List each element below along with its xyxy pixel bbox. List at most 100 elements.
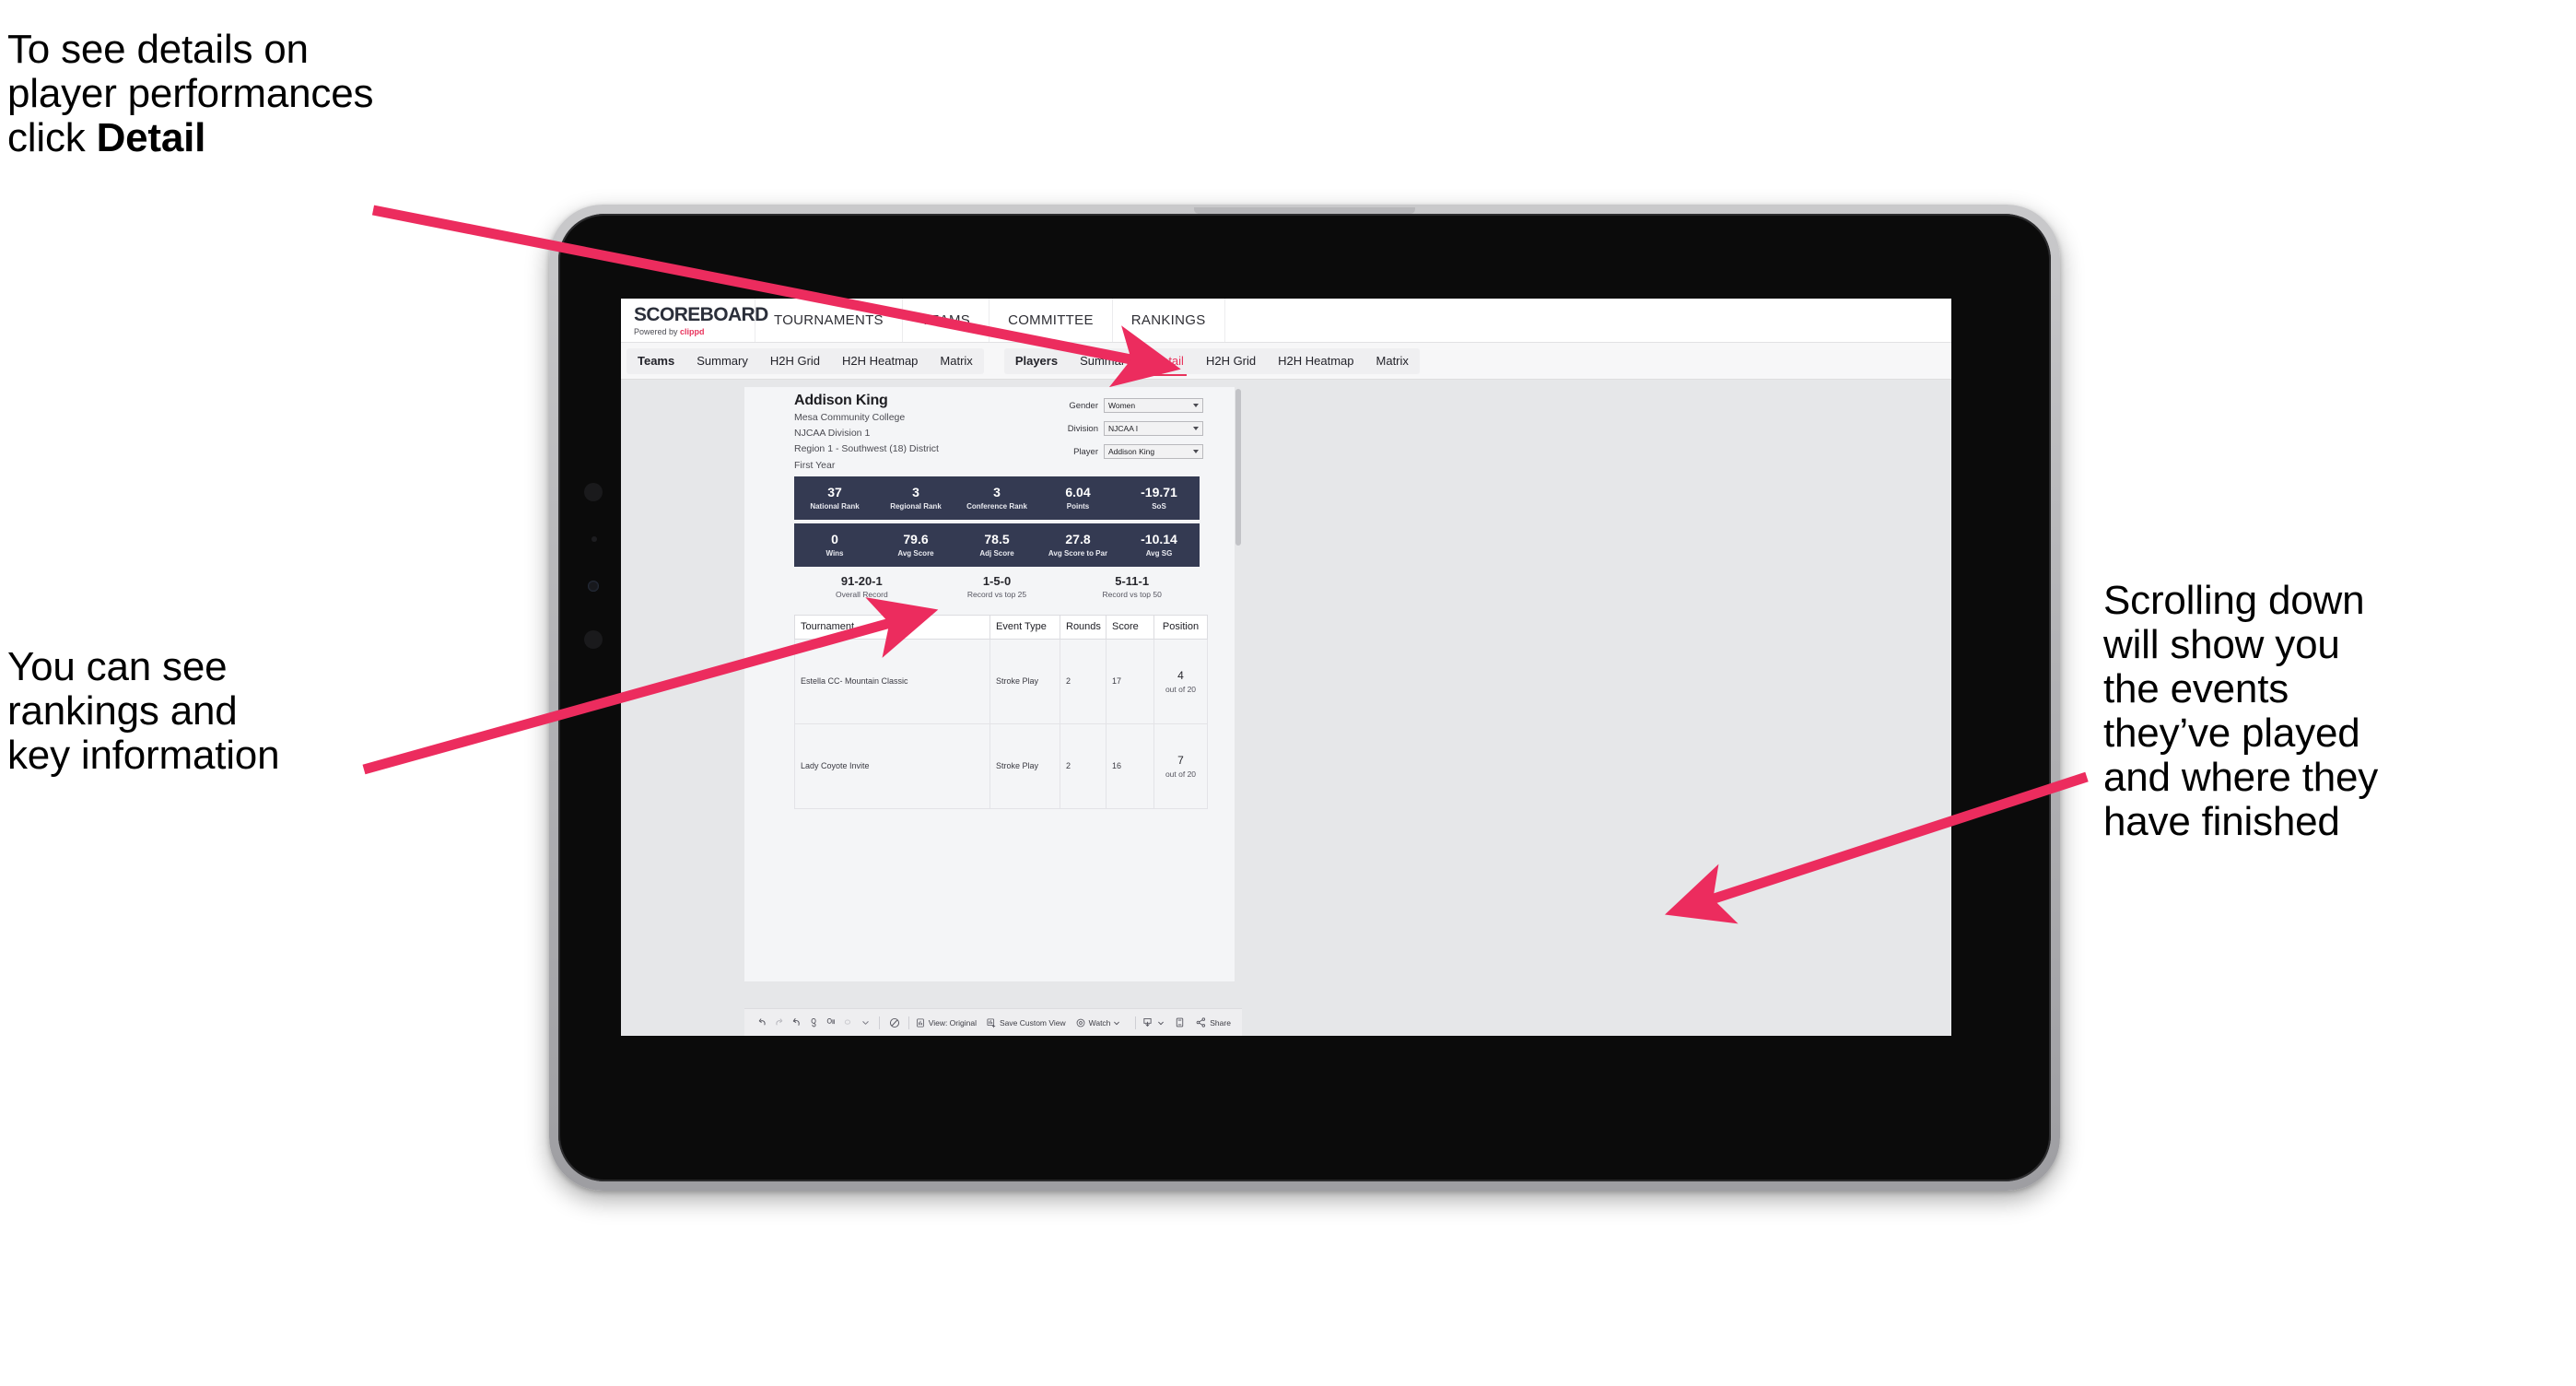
- pause-auto-update-icon[interactable]: [823, 1016, 840, 1028]
- microphone-icon: [591, 536, 597, 542]
- position-number: 7: [1177, 753, 1184, 767]
- cell-rounds: 2: [1060, 722, 1107, 809]
- tab-players-detail[interactable]: Detail: [1142, 348, 1195, 376]
- tab-players-h2h-grid[interactable]: H2H Grid: [1195, 348, 1267, 374]
- records-row: 91-20-1 Overall Record 1-5-0 Record vs t…: [794, 569, 1200, 605]
- stat-label: Avg Score: [897, 548, 934, 558]
- record-vs-top-50: 5-11-1 Record vs top 50: [1064, 569, 1200, 605]
- filter-player-label: Player: [1073, 446, 1098, 457]
- toolbar-divider: [907, 1016, 909, 1029]
- filter-division-select[interactable]: NJCAA I: [1104, 421, 1203, 436]
- subnav-label-teams: Teams: [638, 353, 675, 368]
- filter-gender-select[interactable]: Women: [1104, 398, 1203, 413]
- topnav-item-tournaments[interactable]: TOURNAMENTS: [755, 299, 903, 342]
- column-header-position[interactable]: Position: [1153, 614, 1208, 640]
- stat-label: National Rank: [810, 501, 860, 511]
- viz-toolbar: View: Original Save Custom View Watch Sh…: [744, 1008, 1242, 1036]
- cell-tournament: Lady Coyote Invite: [794, 722, 990, 809]
- stat-value: -19.71: [1141, 485, 1177, 500]
- cell-score: 16: [1106, 722, 1154, 809]
- download-button[interactable]: [1142, 1016, 1165, 1028]
- stat-label: Regional Rank: [890, 501, 942, 511]
- filter-player-select[interactable]: Addison King: [1104, 444, 1203, 459]
- tablet-device: SCOREBOARD Powered by clippd TOURNAMENTS…: [549, 205, 2060, 1191]
- filter-gender: Gender Women: [1052, 398, 1203, 413]
- filter-player: Player Addison King: [1052, 444, 1203, 459]
- undo-icon[interactable]: [754, 1016, 771, 1028]
- stat-value: 27.8: [1065, 532, 1091, 547]
- tab-players-matrix[interactable]: Matrix: [1365, 348, 1420, 374]
- viz-scrollbar[interactable]: [1235, 387, 1242, 981]
- scrollbar-thumb[interactable]: [1235, 389, 1241, 546]
- table-row[interactable]: Lady Coyote Invite Stroke Play 2 16 7 ou…: [794, 722, 1208, 809]
- events-table: Tournament Event Type Rounds Score Posit…: [794, 614, 1208, 809]
- view-original-label: View: Original: [928, 1017, 977, 1028]
- app-header: SCOREBOARD Powered by clippd TOURNAMENTS…: [621, 299, 1951, 343]
- column-header-score[interactable]: Score: [1106, 614, 1154, 640]
- tablet-top-notch: [1194, 207, 1415, 214]
- revert-icon[interactable]: [788, 1016, 805, 1028]
- stat-adj-score: 78.5 Adj Score: [956, 523, 1037, 567]
- sub-navigation-bar: Teams Summary H2H Grid H2H Heatmap Matri…: [621, 343, 1951, 380]
- tab-players-summary[interactable]: Summary: [1069, 348, 1142, 374]
- filter-division-value: NJCAA I: [1108, 424, 1139, 433]
- stat-avg-sg: -10.14 Avg SG: [1118, 523, 1200, 567]
- column-header-tournament[interactable]: Tournament: [794, 614, 990, 640]
- topnav-item-rankings[interactable]: RANKINGS: [1113, 299, 1225, 342]
- powered-by-text: Powered by: [634, 326, 681, 336]
- stat-wins: 0 Wins: [794, 523, 875, 567]
- stat-value: 3: [993, 485, 1001, 500]
- brand-logo[interactable]: SCOREBOARD Powered by clippd: [621, 299, 768, 342]
- topnav-item-committee[interactable]: COMMITTEE: [989, 299, 1113, 342]
- chevron-down-icon: [1193, 404, 1199, 407]
- tab-players-h2h-heatmap[interactable]: H2H Heatmap: [1267, 348, 1364, 374]
- cell-position: 4 out of 20: [1153, 638, 1208, 724]
- share-button[interactable]: Share: [1195, 1016, 1231, 1028]
- stat-value: 0: [831, 532, 838, 547]
- stat-label: Conference Rank: [966, 501, 1027, 511]
- browser-viewport: SCOREBOARD Powered by clippd TOURNAMENTS…: [621, 299, 1951, 1036]
- cell-rounds: 2: [1060, 638, 1107, 724]
- stat-label: SoS: [1152, 501, 1166, 511]
- tab-teams-h2h-grid[interactable]: H2H Grid: [759, 348, 831, 374]
- record-value: 91-20-1: [840, 574, 883, 589]
- stat-label: Points: [1066, 501, 1090, 511]
- filter-gender-label: Gender: [1069, 400, 1098, 411]
- save-custom-view-button[interactable]: Save Custom View: [986, 1017, 1066, 1028]
- tab-teams-h2h-heatmap[interactable]: H2H Heatmap: [831, 348, 929, 374]
- annotation-right: Scrolling down will show you the events …: [2103, 578, 2379, 844]
- view-original-button[interactable]: View: Original: [915, 1017, 977, 1028]
- pause-icon[interactable]: [885, 1016, 903, 1029]
- refresh-icon[interactable]: [805, 1016, 823, 1028]
- content-area: Addison King Mesa Community College NJCA…: [621, 380, 1951, 1036]
- table-header-row: Tournament Event Type Rounds Score Posit…: [794, 614, 1208, 640]
- filter-gender-value: Women: [1108, 401, 1136, 410]
- redo-icon[interactable]: [771, 1016, 789, 1028]
- device-layout-icon[interactable]: [839, 1016, 857, 1028]
- stats-row-rankings: 37 National Rank 3 Regional Rank 3 Confe…: [794, 476, 1200, 520]
- position-out-of: out of 20: [1165, 769, 1197, 779]
- watch-label: Watch: [1088, 1017, 1111, 1028]
- table-row[interactable]: Estella CC- Mountain Classic Stroke Play…: [794, 638, 1208, 724]
- cell-event-type: Stroke Play: [989, 722, 1060, 809]
- tab-teams-summary[interactable]: Summary: [685, 348, 759, 374]
- camera-icon: [588, 581, 599, 592]
- topnav-item-teams[interactable]: TEAMS: [903, 299, 990, 342]
- cell-position: 7 out of 20: [1153, 722, 1208, 809]
- column-header-event-type[interactable]: Event Type: [989, 614, 1060, 640]
- stat-value: 3: [912, 485, 919, 500]
- share-label: Share: [1210, 1017, 1231, 1028]
- stats-row-scoring: 0 Wins 79.6 Avg Score 78.5 Adj Score 27.…: [794, 523, 1200, 567]
- column-header-rounds[interactable]: Rounds: [1060, 614, 1107, 640]
- fullscreen-button[interactable]: [1174, 1016, 1186, 1028]
- players-tab-group: Players Summary Detail H2H Grid H2H Heat…: [1003, 347, 1420, 376]
- dropdown-caret-icon[interactable]: [857, 1018, 874, 1027]
- cell-tournament: Estella CC- Mountain Classic: [794, 638, 990, 724]
- record-overall: 91-20-1 Overall Record: [794, 569, 930, 605]
- stat-value: 37: [827, 485, 842, 500]
- filter-panel: Gender Women Division NJCAA I Player Add…: [1052, 398, 1203, 467]
- annotation-top-left-bold: Detail: [96, 114, 206, 160]
- tab-teams-matrix[interactable]: Matrix: [929, 348, 983, 374]
- annotation-top-left: To see details on player performances cl…: [7, 28, 597, 160]
- watch-button[interactable]: Watch: [1075, 1017, 1121, 1028]
